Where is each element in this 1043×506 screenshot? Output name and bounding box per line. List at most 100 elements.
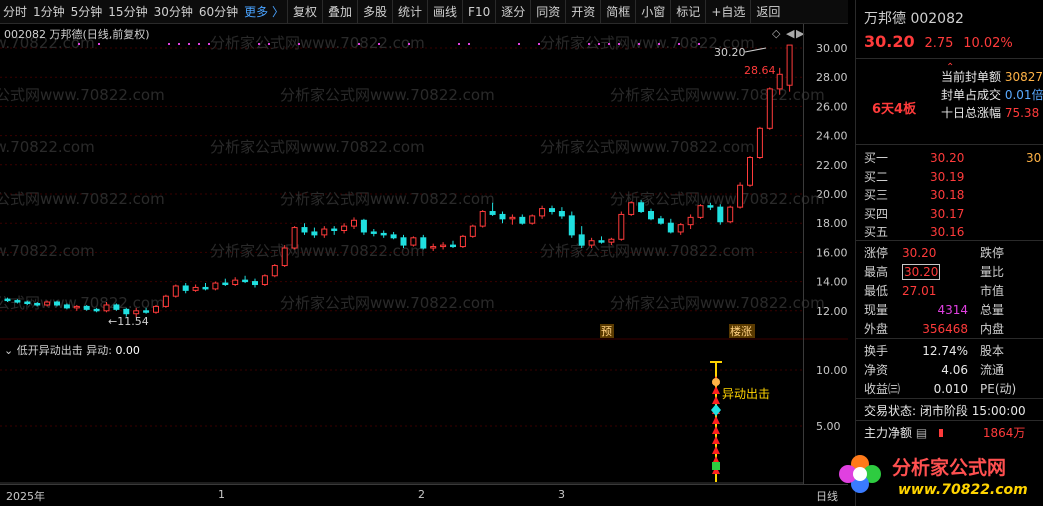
bid-label: 买二: [864, 169, 889, 184]
candle-body: [83, 305, 90, 310]
candle-body: [261, 275, 268, 286]
candle-body: [529, 215, 536, 224]
net-asset-value: 4.06: [941, 363, 968, 377]
signal-arrow-icon: [712, 416, 720, 424]
toolbar-button-9[interactable]: 简框: [600, 0, 635, 24]
period-tab-1[interactable]: 1分钟: [30, 0, 68, 24]
signal-dot: [168, 43, 170, 45]
signal-dot: [268, 43, 270, 45]
candle-body: [697, 205, 704, 218]
period-tabs: 分时 1分钟 5分钟 15分钟 30分钟 60分钟: [0, 0, 241, 24]
candle-body: [380, 232, 387, 236]
list-icon[interactable]: ▤: [916, 426, 927, 440]
candle-body: [44, 301, 51, 306]
candle-body: [430, 246, 437, 249]
diamond-icon[interactable]: ◇: [772, 27, 780, 40]
candle-body: [153, 305, 159, 313]
candle-body: [24, 301, 31, 305]
candle-body: [301, 227, 308, 233]
pe-label: PE(动): [980, 382, 1017, 396]
bid-price: 30.20: [930, 151, 965, 165]
indicator-chart[interactable]: 10.00 5.00 异动出击: [0, 340, 848, 484]
candle-body: [331, 228, 338, 231]
candle-body: [727, 206, 734, 223]
watermark-text: 分析家公式网www.70822.com: [280, 294, 495, 312]
candle-body: [73, 305, 80, 309]
candle-body: [638, 202, 645, 213]
candle-body: [588, 240, 595, 246]
period-tab-4[interactable]: 30分钟: [151, 0, 196, 24]
signal-dot: [188, 43, 190, 45]
y-tick-label: 22.00: [816, 159, 848, 172]
candle-body: [539, 208, 546, 217]
toolbar-button-6[interactable]: 逐分: [495, 0, 530, 24]
period-tab-5[interactable]: 60分钟: [196, 0, 241, 24]
candle-body: [578, 234, 585, 246]
toolbar-button-1[interactable]: 叠加: [321, 0, 357, 24]
period-tab-3[interactable]: 15分钟: [105, 0, 150, 24]
kline-chart[interactable]: 30.0028.0026.0024.0022.0020.0018.0016.00…: [0, 24, 848, 340]
x-label-year: 2025年: [6, 490, 45, 503]
candle-body: [499, 213, 506, 220]
float-label: 流通: [980, 363, 1005, 377]
candle-body: [628, 202, 635, 215]
candle-body: [202, 286, 209, 290]
candle-body: [54, 301, 60, 306]
prev-high-label: 28.64: [744, 64, 776, 77]
stock-title: 万邦德 002082: [864, 8, 1043, 28]
now-vol-label: 现量: [864, 303, 889, 317]
candle-body: [648, 211, 654, 220]
toolbar-button-13[interactable]: 返回: [750, 0, 785, 24]
watermark-text: 分析家公式网www.70822.com: [210, 242, 425, 260]
signal-arrow-icon: [712, 426, 720, 434]
candle-body: [271, 265, 278, 277]
toolbar-button-3[interactable]: 统计: [392, 0, 427, 24]
indicator-value: 0.00: [115, 344, 140, 357]
candle-body: [390, 234, 397, 239]
toolbar-button-10[interactable]: 小窗: [635, 0, 670, 24]
inner-label: 内盘: [980, 322, 1005, 336]
now-vol-row: 现量 4314 总量: [864, 301, 1043, 318]
toolbar-button-2[interactable]: 多股: [357, 0, 392, 24]
toolbar-button-8[interactable]: 开资: [565, 0, 600, 24]
ind-y-tick-label: 10.00: [816, 364, 848, 377]
candle-body: [242, 279, 249, 283]
toolbar-button-4[interactable]: 画线: [427, 0, 462, 24]
candle-body: [776, 73, 783, 90]
more-periods-button[interactable]: 更多 〉: [241, 0, 287, 24]
toolbar-button-11[interactable]: 标记: [670, 0, 705, 24]
watermark-text: 分析家公式网www.70822.com: [0, 138, 95, 156]
period-tab-0[interactable]: 分时: [0, 0, 30, 24]
toolbar-button-7[interactable]: 同资: [530, 0, 565, 24]
net-asset-label: 净资: [864, 363, 889, 377]
y-tick-label: 30.00: [816, 42, 848, 55]
status-row: 交易状态: 闭市阶段 15:00:00: [864, 402, 1043, 419]
toolbar-button-0[interactable]: 复权: [286, 0, 322, 24]
toolbar-button-5[interactable]: F10: [462, 0, 495, 24]
signal-dot: [358, 43, 360, 45]
bid-row: 买一 30.20 30: [864, 149, 1043, 166]
bid-price: 30.18: [930, 188, 965, 202]
candle-body: [598, 240, 605, 243]
toolbar-button-12[interactable]: +自选: [705, 0, 750, 24]
candle-body: [133, 310, 140, 315]
price-change-pct: 10.02%: [963, 36, 1013, 51]
y-tick-label: 16.00: [816, 246, 848, 259]
prev-arrow-icon[interactable]: ◀: [786, 27, 794, 40]
low-value: 27.01: [902, 284, 937, 298]
now-vol: 4314: [937, 303, 968, 317]
signal-dot: [408, 43, 410, 45]
x-label-feb: 2: [418, 488, 425, 501]
high-value: 30.20: [902, 264, 941, 280]
indicator-name[interactable]: 低开异动出击: [17, 344, 83, 357]
diamond-icon: [711, 404, 721, 416]
low-price-label: ←11.54: [108, 315, 149, 328]
candle-body: [509, 216, 516, 220]
vol-ratio-label: 量比: [980, 265, 1005, 279]
forecast-marker: 预: [601, 325, 612, 338]
candle-body: [232, 279, 239, 286]
seal-amount: 30827: [1004, 70, 1043, 84]
period-tab-2[interactable]: 5分钟: [68, 0, 106, 24]
candle-body: [717, 206, 724, 223]
collapse-icon[interactable]: ⌄: [4, 344, 13, 357]
